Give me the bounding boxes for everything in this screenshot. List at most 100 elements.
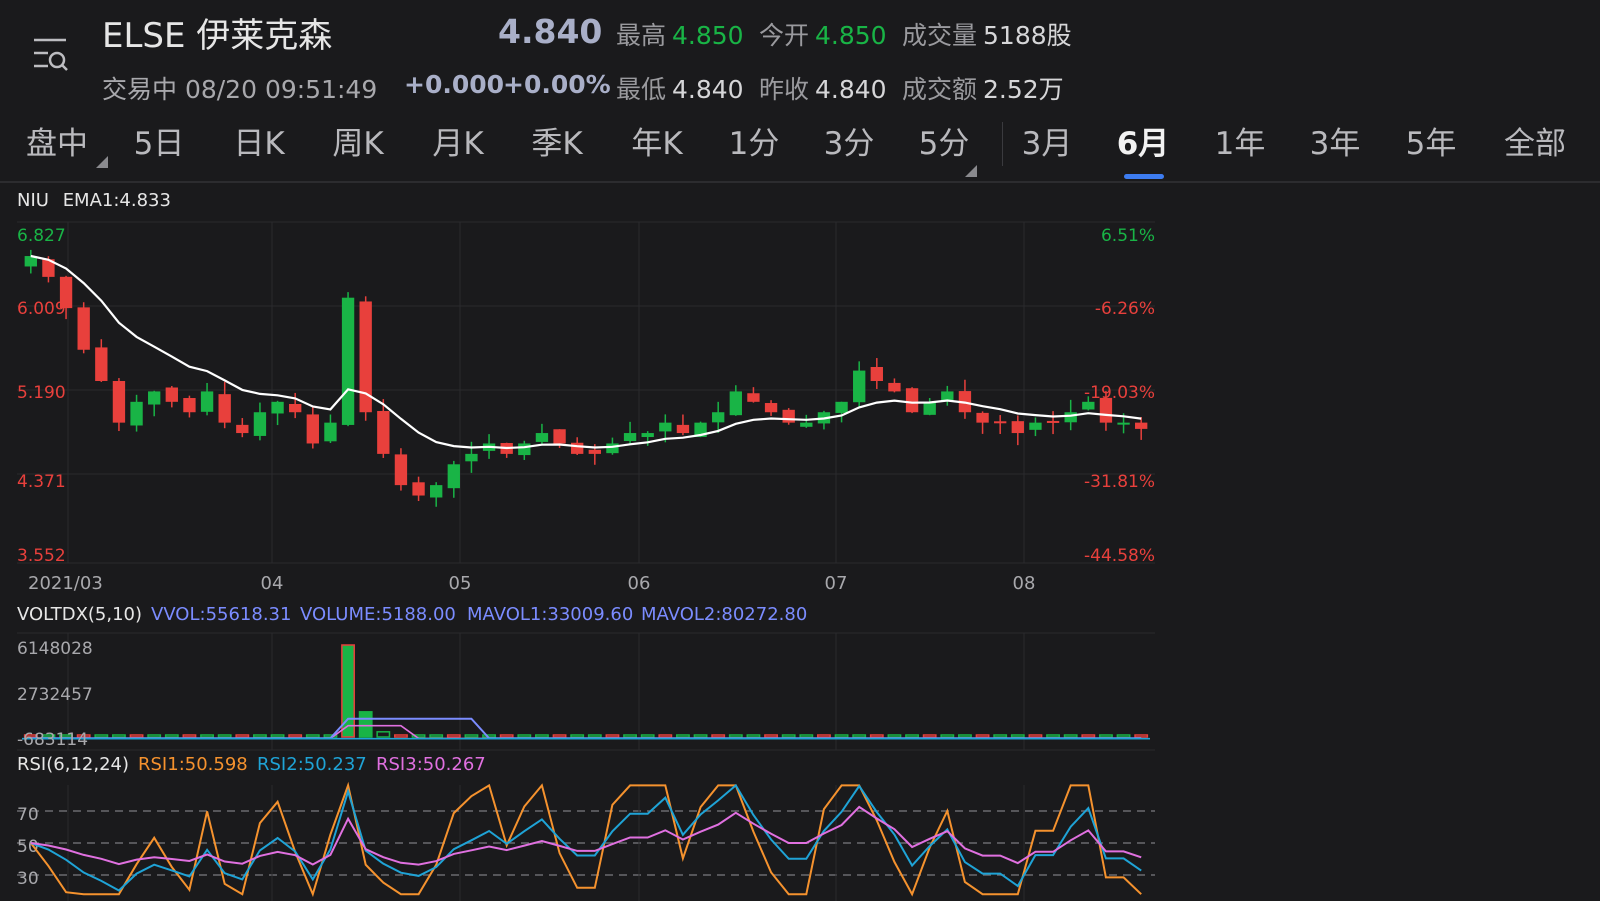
volume-y-label: -683114 (17, 730, 88, 750)
x-label: 05 (449, 573, 472, 594)
ema-line (30, 254, 1142, 450)
rsi3-value: RSI3:50.267 (376, 754, 486, 775)
candle-body (183, 398, 196, 413)
candle-body (518, 443, 531, 456)
volume-bar (1010, 734, 1025, 738)
candle-body (1064, 412, 1077, 423)
rsi-y-label: 70 (17, 805, 39, 825)
volume-bar (429, 734, 444, 738)
candle-body (994, 421, 1007, 424)
candle-body (1046, 420, 1060, 423)
y-label: 6.009 (17, 299, 66, 319)
volume-bar (817, 734, 831, 738)
candle-body (676, 424, 690, 434)
volume-bar (852, 734, 867, 738)
candle-body (377, 411, 390, 454)
volume-bar (799, 734, 814, 738)
volume-bar (182, 734, 197, 738)
mavol1-line (30, 724, 1142, 740)
volume-bar (1116, 734, 1131, 738)
volume-bar (587, 734, 602, 738)
chart-canvas[interactable]: 6.827 6.009 5.190 4.371 3.552 6.51% -6.2… (0, 0, 1600, 901)
volume-bar (235, 734, 250, 738)
candle-body (1029, 422, 1042, 430)
volume-bar (869, 734, 884, 738)
volume-bar (958, 734, 972, 738)
candle-body (553, 429, 566, 444)
volume-bar (499, 734, 514, 738)
volume-y-label: 6148028 (17, 639, 93, 659)
candle-body (747, 393, 760, 402)
volume-bar (446, 734, 461, 738)
y-label: 4.371 (17, 472, 66, 492)
rsi2-value: RSI2:50.237 (257, 754, 367, 775)
candle-body (1135, 422, 1148, 429)
volume-bar (658, 734, 673, 738)
candle-body (623, 433, 637, 442)
candle-body (712, 412, 725, 423)
candle-body (606, 443, 619, 454)
volume-bar (129, 734, 144, 738)
volume-value: VOLUME:5188.00 (300, 604, 456, 625)
volume-bar (535, 734, 549, 738)
volume-bar (517, 734, 532, 738)
pct-label: 6.51% (1101, 226, 1155, 246)
candle-body (905, 388, 919, 413)
volume-bar (112, 734, 126, 738)
volume-bar (676, 734, 690, 738)
volume-bar (711, 734, 726, 738)
candle-body (764, 403, 778, 413)
pct-label: -6.26% (1095, 299, 1155, 319)
volume-bar (834, 734, 849, 738)
main-chart-grid (17, 221, 1155, 564)
pct-label: -31.81% (1084, 472, 1155, 492)
rsi-y-label: 30 (17, 869, 39, 889)
candle-body (1011, 421, 1024, 434)
y-label: 3.552 (17, 546, 66, 566)
candle-body (571, 442, 584, 454)
candle-body (200, 391, 214, 412)
candle-body (430, 485, 443, 498)
rsi-indicator-name: RSI(6,12,24) (17, 754, 129, 775)
volume-bars (23, 644, 1149, 738)
volume-bar (147, 734, 162, 738)
volume-y-label: 2732457 (17, 685, 93, 705)
candle-body (271, 401, 284, 414)
candle-body (641, 433, 654, 438)
volume-bar (305, 734, 320, 738)
candle-body (165, 387, 178, 402)
candle-body (588, 449, 601, 454)
x-label: 06 (628, 573, 651, 594)
candle-body (289, 403, 302, 413)
volume-bar (1099, 734, 1113, 738)
volume-bar (605, 734, 620, 738)
volume-bar (993, 734, 1008, 738)
pct-label: -19.03% (1084, 383, 1155, 403)
volume-bar (1046, 734, 1060, 738)
volume-bar (482, 734, 496, 738)
candle-body (800, 422, 813, 427)
volume-bar (693, 734, 708, 738)
volume-bar (1134, 734, 1149, 738)
volume-bar (270, 734, 285, 738)
volume-bar (940, 734, 955, 738)
volume-bar (394, 734, 408, 738)
volume-bar (728, 734, 743, 738)
candle-body (888, 382, 901, 392)
y-label: 5.190 (17, 383, 66, 403)
volume-bar (887, 734, 902, 738)
candlestick-series (24, 249, 1148, 507)
volume-bar (1063, 734, 1078, 738)
candle-body (306, 414, 319, 444)
volume-bar (975, 734, 990, 738)
volume-bar (764, 734, 778, 738)
candle-body (870, 366, 883, 381)
mavol1-value: MAVOL1:33009.60 (467, 604, 633, 625)
x-label: 07 (825, 573, 848, 594)
candle-body (412, 482, 425, 496)
volume-bar (922, 734, 937, 738)
mavol2-line (30, 717, 1142, 740)
volume-bar (746, 734, 761, 738)
volume-bar (376, 731, 391, 738)
vvol-value: VVOL:55618.31 (151, 604, 291, 625)
